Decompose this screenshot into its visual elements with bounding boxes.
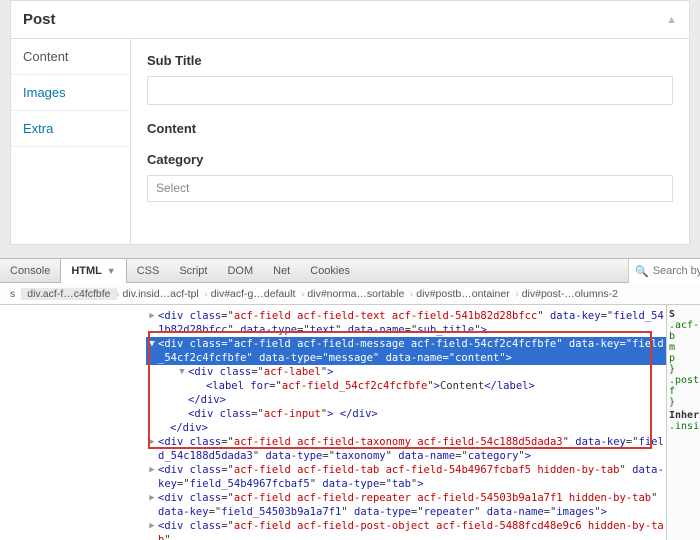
devtools-tab-html[interactable]: HTML ▼ (60, 259, 126, 283)
disclosure-icon[interactable]: ▶ (146, 519, 158, 533)
styles-header: S (669, 309, 698, 320)
disclosure-icon[interactable]: ▶ (146, 463, 158, 477)
devtools-tab-dom[interactable]: DOM (217, 259, 263, 283)
css-prop: p (669, 353, 698, 364)
css-close: } (669, 397, 698, 408)
category-placeholder: Select (156, 181, 189, 195)
devtools-panel: Console HTML ▼ CSS Script DOM Net Cookie… (0, 258, 700, 540)
tab-images[interactable]: Images (11, 75, 130, 111)
source-row[interactable]: ▼<div class="acf-label"> (146, 365, 666, 379)
devtools-search: 🔍 (628, 259, 700, 283)
css-prop: b (669, 331, 698, 342)
crumb-item[interactable]: div#acf-g…default (205, 288, 302, 300)
crumb-item[interactable]: s (4, 288, 21, 300)
devtools-tab-console[interactable]: Console (0, 259, 60, 283)
css-rule: .acf- (669, 320, 698, 331)
chevron-down-icon: ▼ (107, 266, 116, 276)
panel-body: Content Images Extra Sub Title Content C… (11, 39, 689, 244)
source-row[interactable]: ▶<div class="acf-field acf-field-repeate… (146, 491, 666, 519)
css-rule: .insi (669, 421, 698, 432)
devtools-main: ▶<div class="acf-field acf-field-text ac… (0, 305, 700, 540)
source-row[interactable]: </div> (146, 421, 666, 435)
crumb-item[interactable]: div#post-…olumns-2 (516, 288, 624, 300)
disclosure-icon[interactable]: ▼ (146, 337, 158, 351)
panel-header[interactable]: Post ▲ (11, 1, 689, 39)
source-row[interactable]: ▶<div class="acf-field acf-field-post-ob… (146, 519, 666, 540)
styles-pane[interactable]: S .acf- b m p } .post f } Inheri .insi (666, 305, 700, 540)
devtools-tab-net[interactable]: Net (263, 259, 300, 283)
crumb-item[interactable]: div.acf-f…c4fcfbfe (21, 288, 116, 300)
tab-content[interactable]: Content (11, 39, 130, 75)
disclosure-icon[interactable]: ▼ (176, 365, 188, 379)
disclosure-icon[interactable]: ▶ (146, 435, 158, 449)
source-row[interactable]: ▶<div class="acf-field acf-field-tab acf… (146, 463, 666, 491)
fields-area: Sub Title Content Category Select (131, 39, 689, 244)
css-prop: m (669, 342, 698, 353)
source-row[interactable]: <div class="acf-input"> </div> (146, 407, 666, 421)
source-row[interactable]: ▶<div class="acf-field acf-field-text ac… (146, 309, 666, 337)
source-row[interactable]: ▶<div class="acf-field acf-field-taxonom… (146, 435, 666, 463)
metabox-panel: Post ▲ Content Images Extra Sub Title Co… (10, 0, 690, 245)
subtitle-input[interactable] (147, 76, 673, 105)
crumb-item[interactable]: div#norma…sortable (301, 288, 410, 300)
inherited-header: Inheri (669, 410, 698, 421)
search-icon: 🔍 (635, 265, 649, 278)
devtools-search-input[interactable] (653, 265, 700, 277)
disclosure-icon[interactable]: ▶ (146, 491, 158, 505)
source-row-selected[interactable]: ▼<div class="acf-field acf-field-message… (146, 337, 666, 365)
field-subtitle: Sub Title (147, 53, 673, 105)
css-prop: f (669, 386, 698, 397)
disclosure-icon[interactable]: ▶ (146, 309, 158, 323)
devtools-tab-css[interactable]: CSS (127, 259, 170, 283)
subtitle-label: Sub Title (147, 53, 673, 68)
content-label: Content (147, 121, 673, 136)
panel-title: Post (23, 11, 56, 28)
collapse-icon[interactable]: ▲ (666, 14, 677, 26)
devtools-tabs: Console HTML ▼ CSS Script DOM Net Cookie… (0, 259, 700, 283)
crumb-item[interactable]: div#postb…ontainer (410, 288, 515, 300)
source-row[interactable]: </div> (146, 393, 666, 407)
field-content: Content (147, 121, 673, 136)
field-category: Category Select (147, 152, 673, 202)
category-label: Category (147, 152, 673, 167)
css-close: } (669, 364, 698, 375)
source-row[interactable]: <label for="acf-field_54cf2c4fcfbfe">Con… (146, 379, 666, 393)
source-tree[interactable]: ▶<div class="acf-field acf-field-text ac… (0, 305, 666, 540)
crumb-item[interactable]: div.insid…acf-tpl (117, 288, 205, 300)
devtools-tab-script[interactable]: Script (169, 259, 217, 283)
tabs-sidebar: Content Images Extra (11, 39, 131, 244)
tab-extra[interactable]: Extra (11, 111, 130, 147)
category-select[interactable]: Select (147, 175, 673, 202)
devtools-tab-cookies[interactable]: Cookies (300, 259, 360, 283)
breadcrumb: s div.acf-f…c4fcfbfe div.insid…acf-tpl d… (0, 283, 700, 305)
css-rule: .post (669, 375, 698, 386)
